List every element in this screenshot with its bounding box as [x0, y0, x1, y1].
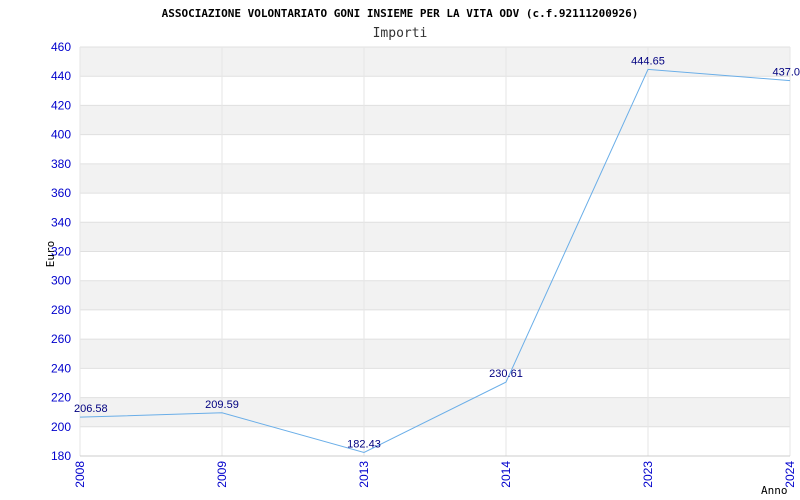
y-tick-label: 300: [51, 274, 71, 288]
x-tick-label: 2009: [215, 461, 229, 488]
data-label: 206.58: [74, 403, 108, 415]
grid-band: [80, 105, 790, 135]
y-tick-label: 220: [51, 391, 71, 405]
grid-band: [80, 222, 790, 252]
data-label: 182.43: [347, 438, 381, 450]
x-tick-label: 2013: [357, 461, 371, 488]
grid-band: [80, 397, 790, 427]
grid-band: [80, 339, 790, 369]
x-axis-ticks: 2008 2009 2013 2014 2023 2024: [73, 461, 797, 488]
y-tick-label: 200: [51, 420, 71, 434]
y-axis-label: Euro: [44, 241, 57, 268]
grid-band: [80, 163, 790, 194]
grid-band: [80, 280, 790, 310]
y-tick-label: 260: [51, 332, 71, 346]
y-tick-label: 280: [51, 303, 71, 317]
data-label: 230.61: [489, 368, 523, 380]
data-label: 209.59: [205, 399, 239, 411]
y-tick-label: 360: [51, 186, 71, 200]
data-label: 437.0: [772, 67, 800, 79]
y-tick-label: 420: [51, 98, 71, 112]
x-axis-label: Anno: [761, 484, 788, 497]
x-tick-label: 2023: [641, 461, 655, 488]
data-label: 444.65: [631, 55, 665, 67]
line-chart: 1802002202402602803003203403603804004204…: [44, 7, 800, 497]
y-tick-label: 240: [51, 361, 71, 375]
x-tick-label: 2008: [73, 461, 87, 488]
chart-subtitle: Importi: [373, 26, 428, 41]
y-tick-label: 400: [51, 128, 71, 142]
y-tick-label: 340: [51, 215, 71, 229]
chart-title: ASSOCIAZIONE VOLONTARIATO GONI INSIEME P…: [162, 7, 639, 20]
y-tick-label: 460: [51, 40, 71, 54]
y-tick-label: 440: [51, 69, 71, 83]
y-tick-label: 380: [51, 157, 71, 171]
x-tick-label: 2014: [499, 461, 513, 488]
grid-bands: [80, 47, 790, 427]
y-tick-label: 180: [51, 449, 71, 463]
